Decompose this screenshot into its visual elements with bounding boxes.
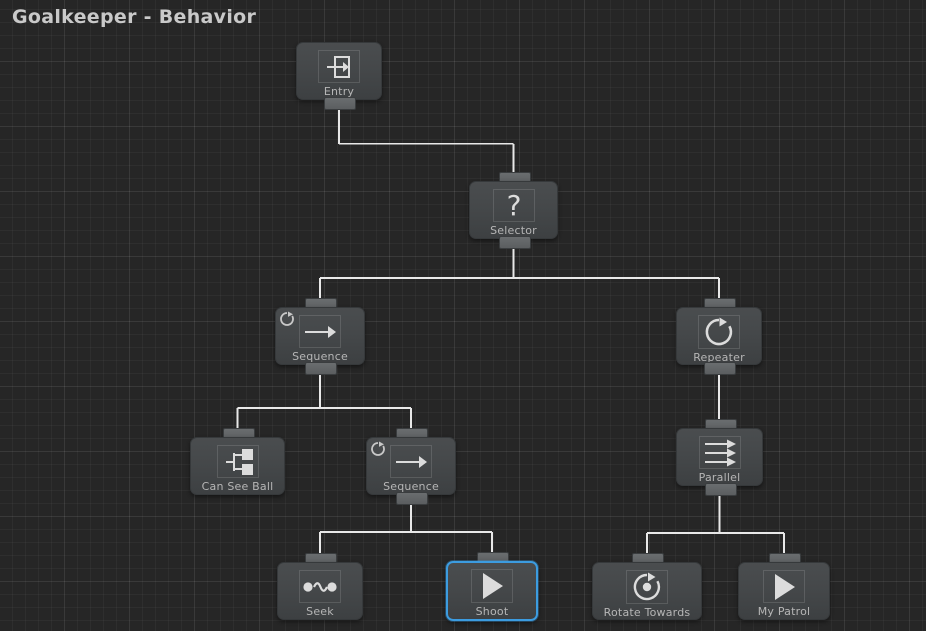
abort-restart-icon [279, 311, 295, 327]
node-label: Rotate Towards [603, 606, 691, 619]
node-body[interactable]: Entry [296, 42, 382, 100]
play-triangle-icon [763, 570, 805, 603]
connection-wires-layer [236, 108, 785, 554]
node-sequence-2[interactable]: Sequence [366, 428, 456, 505]
node-sequence-1[interactable]: Sequence [275, 298, 365, 375]
behavior-tree-editor-canvas[interactable]: Goalkeeper - Behavior Entry ? Selector Sequ… [0, 0, 926, 631]
right-arrow-icon [390, 445, 432, 478]
node-body[interactable]: Seek [277, 562, 363, 620]
node-body[interactable]: Shoot [446, 561, 538, 621]
node-selector[interactable]: ? Selector [469, 172, 558, 249]
branch-tree-icon [216, 445, 259, 478]
svg-text:?: ? [506, 191, 521, 221]
connection-parallel [646, 494, 785, 554]
node-label: Shoot [475, 605, 509, 618]
node-body[interactable]: Rotate Towards [592, 562, 702, 620]
node-can-see-ball[interactable]: Can See Ball [190, 428, 285, 504]
node-output-port[interactable] [704, 362, 736, 375]
node-label: Seek [306, 605, 334, 618]
play-triangle-icon [471, 569, 513, 603]
node-parallel[interactable]: Parallel [676, 419, 763, 496]
node-seek[interactable]: Seek [277, 553, 363, 629]
abort-restart-icon [370, 441, 386, 457]
page-title: Goalkeeper - Behavior [12, 6, 257, 28]
node-label: Can See Ball [201, 480, 274, 493]
node-output-port[interactable] [396, 492, 428, 505]
connection-sequence-2 [319, 503, 493, 554]
enter-arrow-icon [318, 50, 360, 83]
node-output-port[interactable] [704, 483, 737, 496]
node-body[interactable]: Repeater [676, 307, 762, 365]
node-label: My Patrol [757, 605, 811, 618]
question-mark-icon: ? [492, 189, 535, 222]
connection-selector [319, 247, 720, 299]
right-arrow-icon [299, 315, 341, 348]
node-body[interactable]: Parallel [676, 428, 763, 486]
node-body[interactable]: ? Selector [469, 181, 558, 239]
parallel-arrows-icon [698, 436, 741, 469]
node-my-patrol[interactable]: My Patrol [738, 553, 830, 629]
node-repeater[interactable]: Repeater [676, 298, 762, 375]
node-output-port[interactable] [305, 362, 337, 375]
node-rotate-towards[interactable]: Rotate Towards [592, 553, 702, 629]
node-output-port[interactable] [324, 97, 356, 110]
connection-entry [338, 108, 515, 173]
node-body[interactable]: My Patrol [738, 562, 830, 620]
connection-sequence-1 [236, 373, 412, 429]
node-entry[interactable]: Entry [296, 33, 382, 110]
node-body[interactable]: Can See Ball [190, 437, 285, 495]
node-output-port[interactable] [498, 236, 531, 249]
rotate-target-icon [626, 570, 668, 604]
node-shoot[interactable]: Shoot [446, 552, 538, 630]
repeat-circle-icon [698, 315, 740, 349]
seek-path-icon [299, 570, 341, 603]
